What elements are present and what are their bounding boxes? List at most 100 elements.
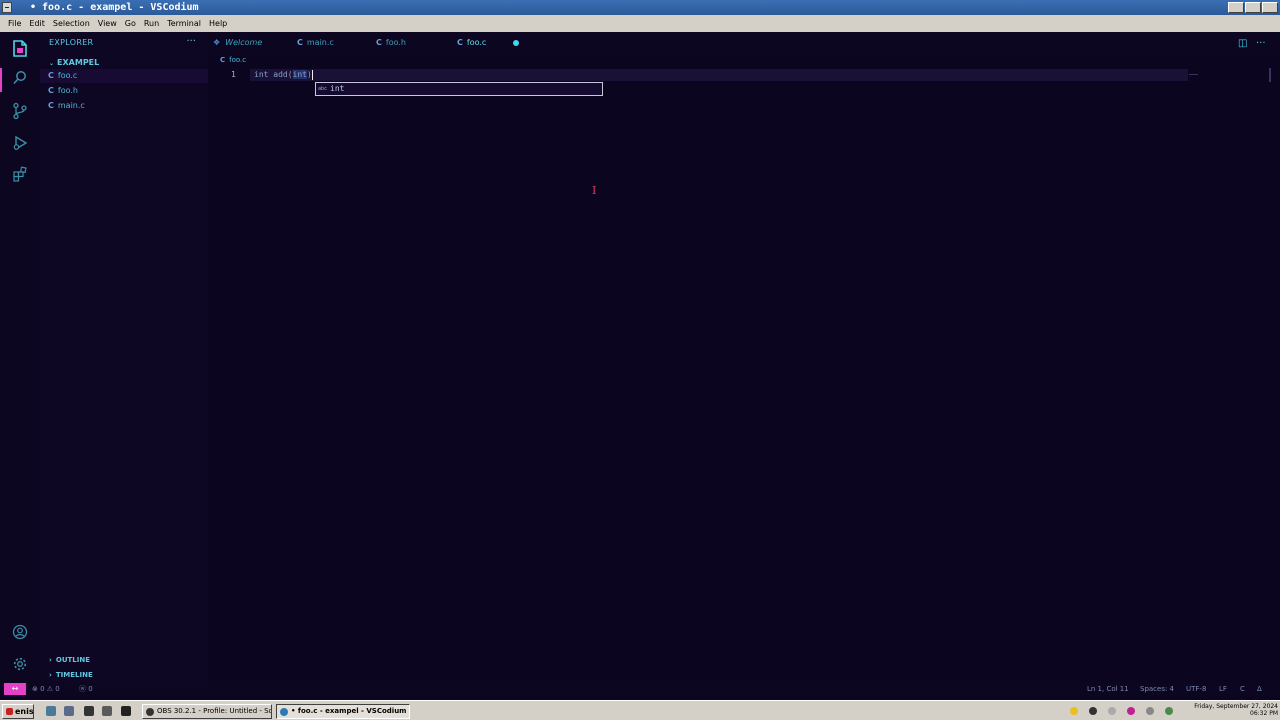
explorer-title: EXPLORER [49, 38, 94, 47]
tab-foo-h[interactable]: Cfoo.h [376, 32, 406, 54]
statusbar: ↔ ⊗ 0 ⚠ 0 ⓦ 0 Ln 1, Col 11 Spaces: 4 UTF… [0, 682, 1280, 696]
run-debug-icon[interactable] [10, 135, 30, 155]
tray-icon[interactable] [1070, 707, 1078, 715]
clock[interactable]: Friday, September 27, 2024 06:32 PM [1186, 703, 1278, 719]
folder-exampel[interactable]: ⌄ EXAMPEL [40, 56, 208, 69]
file-item-foo-h[interactable]: Cfoo.h [40, 84, 208, 98]
tab-label: foo.h [385, 38, 406, 47]
menu-go[interactable]: Go [121, 15, 140, 32]
outline-label: OUTLINE [55, 656, 91, 664]
problems-indicator[interactable]: ⊗ 0 ⚠ 0 [32, 682, 60, 696]
folder-label: EXAMPEL [57, 58, 100, 67]
tab-label: Welcome [225, 38, 263, 47]
menu-run[interactable]: Run [140, 15, 163, 32]
c-file-icon: C [48, 86, 54, 95]
mouse-ibeam-cursor-icon: I [592, 184, 597, 197]
explorer-sidebar: EXPLORER ··· ⌄ EXAMPEL Cfoo.c Cfoo.h Cmai… [40, 32, 208, 682]
notifications-bell-icon[interactable]: Δ [1257, 682, 1262, 696]
cursor-position[interactable]: Ln 1, Col 11 [1087, 682, 1129, 696]
minimap[interactable] [1189, 74, 1198, 75]
menu-file[interactable]: File [0, 15, 25, 32]
c-file-icon: C [48, 71, 54, 80]
editor-tabbar: ❖ Welcome Cmain.c Cfoo.h Cfoo.c ◫ ··· [208, 32, 1280, 54]
selected-text: int [292, 70, 307, 79]
terminal-icon[interactable] [121, 706, 131, 716]
menu-edit[interactable]: Edit [25, 15, 49, 32]
c-file-icon: C [457, 38, 463, 47]
menu-view[interactable]: View [94, 15, 121, 32]
tab-foo-c[interactable]: Cfoo.c [457, 32, 486, 54]
activity-bar [0, 32, 40, 682]
tray-icon[interactable] [1146, 707, 1154, 715]
window-system-menu-icon[interactable] [2, 2, 12, 13]
c-file-icon: C [220, 56, 226, 64]
c-file-icon: C [376, 38, 382, 47]
source-control-icon[interactable] [10, 102, 30, 122]
breadcrumb[interactable]: Cfoo.c [220, 56, 246, 64]
remote-indicator-icon[interactable]: ↔ [4, 683, 26, 695]
manage-gear-icon[interactable] [10, 656, 30, 676]
task-label: • foo.c - exampel - VSCodium [291, 707, 407, 715]
taskbar-obs[interactable]: OBS 30.2.1 - Profile: Untitled - Sc... [142, 704, 272, 719]
unsaved-dot-icon[interactable] [513, 40, 519, 46]
menu-help[interactable]: Help [205, 15, 231, 32]
split-editor-icon[interactable]: ◫ [1238, 38, 1247, 49]
file-item-foo-c[interactable]: Cfoo.c [40, 69, 208, 83]
file-label: main.c [57, 101, 85, 110]
text-cursor [311, 69, 313, 80]
account-icon[interactable] [10, 624, 30, 644]
active-view-indicator [0, 68, 2, 92]
tray-icon[interactable] [1108, 707, 1116, 715]
current-line-highlight [250, 69, 1188, 81]
indentation[interactable]: Spaces: 4 [1140, 682, 1174, 696]
menu-terminal[interactable]: Terminal [163, 15, 205, 32]
suggestion-item[interactable]: int [330, 84, 344, 93]
code-text: int add( [254, 70, 293, 79]
timeline-section[interactable]: › TIMELINE [40, 668, 208, 682]
file-item-main-c[interactable]: Cmain.c [40, 99, 208, 113]
code-editor[interactable] [208, 54, 1280, 682]
tab-label: foo.c [466, 38, 487, 47]
minimize-button[interactable] [1228, 2, 1244, 13]
window-titlebar: • foo.c - exampel - VSCodium [0, 0, 1280, 15]
vscodium-logo-icon: ❖ [213, 38, 221, 47]
obs-icon [146, 708, 154, 716]
chevron-right-icon: › [49, 671, 52, 679]
end-of-line[interactable]: LF [1219, 682, 1227, 696]
quicklaunch-icon[interactable] [64, 706, 74, 716]
tab-label: main.c [306, 38, 334, 47]
taskbar-vscodium[interactable]: • foo.c - exampel - VSCodium [276, 704, 410, 719]
file-label: foo.h [57, 86, 78, 95]
clock-date: Friday, September 27, 2024 [1194, 703, 1278, 710]
tray-icon[interactable] [1165, 707, 1173, 715]
tray-icon[interactable] [1089, 707, 1097, 715]
encoding[interactable]: UTF-8 [1186, 682, 1206, 696]
more-actions-icon[interactable]: ··· [186, 36, 196, 47]
tab-main-c[interactable]: Cmain.c [297, 32, 334, 54]
breadcrumb-file: foo.c [229, 56, 247, 64]
code-line[interactable]: int add(int) [254, 69, 313, 81]
scrollbar[interactable] [1269, 68, 1271, 82]
extensions-icon[interactable] [10, 166, 30, 186]
menu-selection[interactable]: Selection [49, 15, 94, 32]
language-mode[interactable]: C [1240, 682, 1245, 696]
suggestion-widget[interactable]: abc int [315, 82, 603, 96]
search-icon[interactable] [10, 70, 30, 90]
ports-indicator[interactable]: ⓦ 0 [79, 682, 93, 696]
window-title: • foo.c - exampel - VSCodium [30, 2, 199, 13]
close-button[interactable] [1262, 2, 1278, 13]
maximize-button[interactable] [1245, 2, 1261, 13]
outline-section[interactable]: › OUTLINE [40, 653, 208, 667]
more-actions-icon[interactable]: ··· [1256, 38, 1266, 49]
timeline-label: TIMELINE [55, 671, 93, 679]
chevron-down-icon: ⌄ [49, 60, 55, 67]
start-button[interactable]: enis [2, 704, 34, 719]
tray-icon[interactable] [1127, 707, 1135, 715]
quicklaunch-icon[interactable] [46, 706, 56, 716]
tab-welcome[interactable]: ❖ Welcome [213, 32, 262, 54]
quicklaunch-icon[interactable] [84, 706, 94, 716]
vscodium-icon [280, 708, 288, 716]
files-icon[interactable] [10, 39, 30, 59]
quicklaunch-icon[interactable] [102, 706, 112, 716]
menubar: File Edit Selection View Go Run Terminal Help [0, 15, 1280, 32]
